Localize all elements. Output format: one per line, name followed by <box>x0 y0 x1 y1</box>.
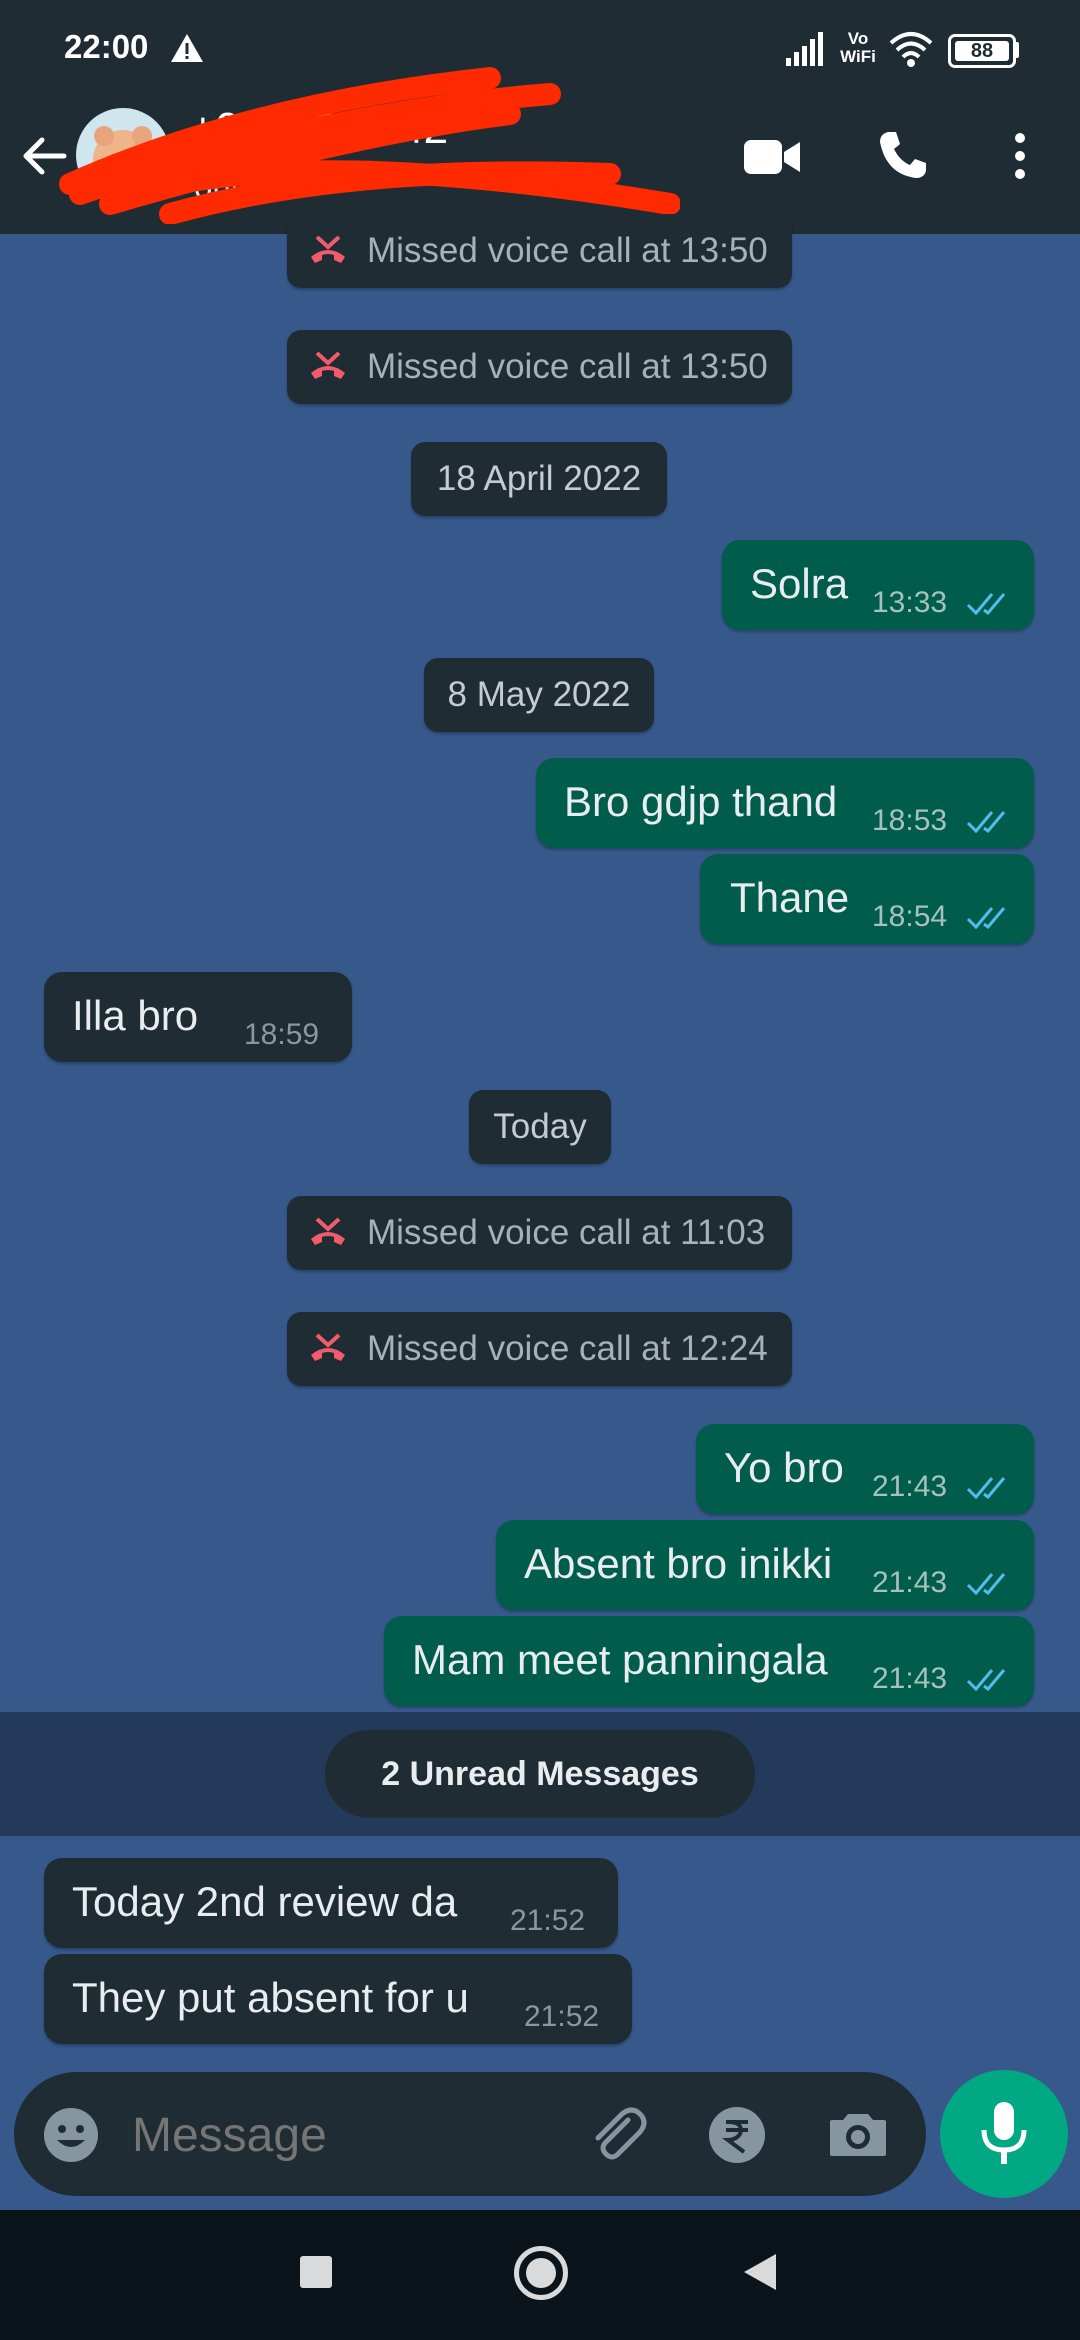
message-time: 18:53 <box>872 804 948 837</box>
nav-back-icon[interactable] <box>742 2252 778 2292</box>
message-time: 13:33 <box>872 586 948 619</box>
read-ticks-icon <box>966 1477 1006 1500</box>
missed-call-icon <box>311 235 345 263</box>
mic-icon <box>981 2102 1027 2164</box>
outgoing-message[interactable]: Yo bro 21:43 <box>696 1424 1034 1514</box>
message-time: 21:52 <box>524 2000 600 2033</box>
message-input[interactable] <box>130 2100 574 2170</box>
missed-call-icon <box>311 1333 345 1361</box>
message-text: Yo bro <box>724 1444 844 1491</box>
battery-tip <box>1014 42 1019 58</box>
volte-wifi-indicator: Vo WiFi <box>840 29 876 66</box>
message-text: Mam meet panningala <box>412 1636 828 1683</box>
signal-icon <box>786 32 823 66</box>
emoji-icon[interactable] <box>42 2106 100 2164</box>
camera-icon[interactable] <box>828 2108 888 2160</box>
outgoing-message[interactable]: Absent bro inikki 21:43 <box>496 1520 1034 1610</box>
message-text: Illa bro <box>72 992 199 1039</box>
video-call-icon[interactable] <box>742 134 802 180</box>
voice-call-icon[interactable] <box>876 128 930 182</box>
incoming-message[interactable]: Today 2nd review da 21:52 <box>44 1858 618 1948</box>
read-ticks-icon <box>966 1573 1006 1596</box>
message-text: Thane <box>730 874 850 921</box>
message-time: 18:59 <box>244 1018 320 1051</box>
message-time: 21:43 <box>872 1470 948 1503</box>
outgoing-message[interactable]: Solra 13:33 <box>722 540 1034 630</box>
read-ticks-icon <box>966 907 1006 930</box>
date-separator: 8 May 2022 <box>424 658 654 732</box>
battery-icon: 88 <box>948 34 1016 68</box>
rupee-payment-icon[interactable] <box>708 2106 766 2164</box>
message-time: 18:54 <box>872 900 948 933</box>
missed-call-notice: Missed voice call at 13:50 <box>287 214 792 288</box>
message-composer <box>14 2072 926 2196</box>
message-text: Solra <box>750 560 849 607</box>
message-text: Today 2nd review da <box>72 1878 458 1925</box>
outgoing-message[interactable]: Thane 18:54 <box>700 854 1034 944</box>
incoming-message[interactable]: Illa bro 18:59 <box>44 972 352 1062</box>
missed-call-notice: Missed voice call at 12:24 <box>287 1312 792 1386</box>
message-time: 21:43 <box>872 1566 948 1599</box>
read-ticks-icon <box>966 811 1006 834</box>
attach-icon[interactable] <box>584 2102 648 2166</box>
message-text: They put absent for u <box>72 1974 469 2021</box>
message-time: 21:43 <box>872 1662 948 1695</box>
message-text: Bro gdjp thand <box>564 778 838 825</box>
missed-call-icon <box>311 1217 345 1245</box>
missed-call-notice: Missed voice call at 13:50 <box>287 330 792 404</box>
missed-call-text: Missed voice call at 11:03 <box>367 1213 766 1252</box>
voice-message-button[interactable] <box>940 2070 1068 2198</box>
nav-recents-icon[interactable] <box>300 2256 332 2288</box>
missed-call-text: Missed voice call at 13:50 <box>367 347 768 386</box>
wifi-icon <box>889 32 933 67</box>
missed-call-notice: Missed voice call at 11:03 <box>287 1196 792 1270</box>
date-separator: 18 April 2022 <box>411 442 667 516</box>
missed-call-icon <box>311 351 345 379</box>
redaction-scribble <box>59 67 680 224</box>
outgoing-message[interactable]: Mam meet panningala 21:43 <box>384 1616 1034 1706</box>
more-options-icon[interactable] <box>1004 130 1036 182</box>
unread-messages-badge: 2 Unread Messages <box>325 1730 755 1818</box>
message-time: 21:52 <box>510 1904 586 1937</box>
missed-call-text: Missed voice call at 12:24 <box>367 1329 768 1368</box>
battery-level: 88 <box>955 40 1009 62</box>
outgoing-message[interactable]: Bro gdjp thand 18:53 <box>536 758 1034 848</box>
incoming-message[interactable]: They put absent for u 21:52 <box>44 1954 632 2044</box>
read-ticks-icon <box>966 1669 1006 1692</box>
date-separator: Today <box>469 1090 611 1164</box>
system-nav-bar <box>0 2210 1080 2340</box>
status-time: 22:00 <box>64 28 149 65</box>
missed-call-text: Missed voice call at 13:50 <box>367 231 768 270</box>
warning-icon <box>171 34 203 62</box>
nav-home-icon[interactable] <box>514 2246 568 2300</box>
message-text: Absent bro inikki <box>524 1540 833 1587</box>
read-ticks-icon <box>966 593 1006 616</box>
